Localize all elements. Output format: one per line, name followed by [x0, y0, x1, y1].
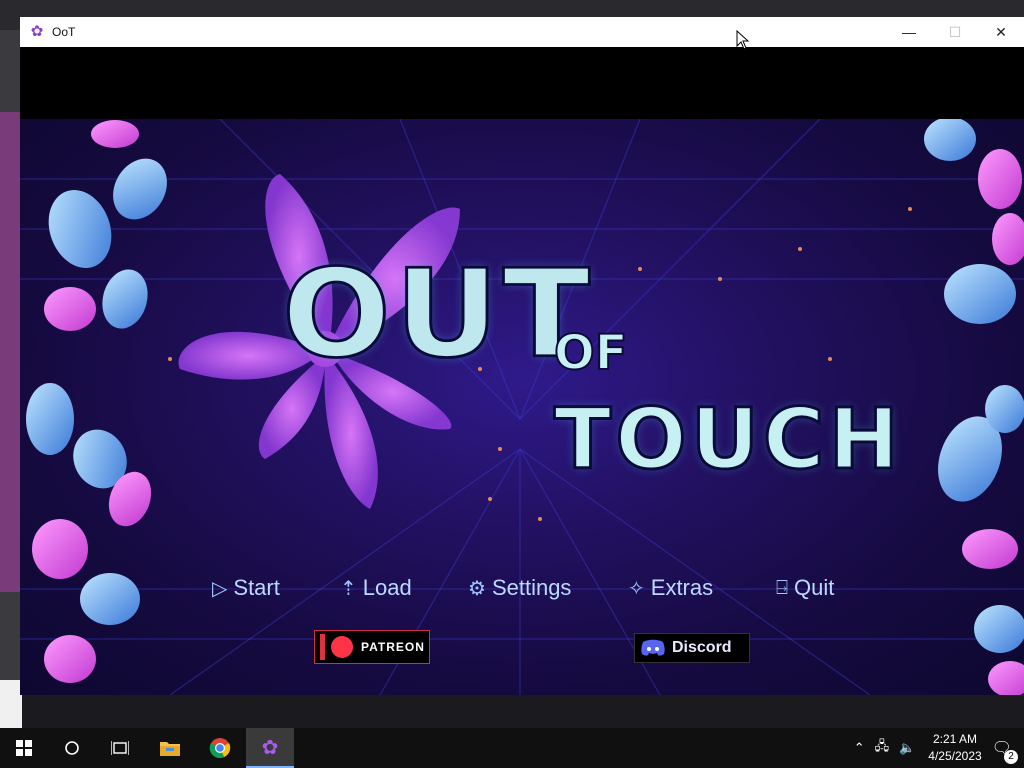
- volume-muted-icon[interactable]: 🔈: [899, 740, 915, 756]
- sparkle-icon: ✧: [628, 577, 645, 600]
- patreon-bar-icon: [320, 634, 325, 660]
- chrome-button[interactable]: [196, 728, 244, 768]
- flower-icon: ✿: [261, 736, 279, 759]
- windows-icon: [16, 740, 32, 756]
- file-explorer-button[interactable]: [146, 728, 194, 768]
- menu-quit-button[interactable]: ⍈ Quit: [776, 575, 834, 601]
- patreon-logo-icon: [331, 636, 353, 658]
- search-circle-icon: [65, 741, 79, 755]
- taskbar: ✿ ⌃ 🖧 🔈 2:21 AM 4/25/2023 🗨 2: [0, 728, 1024, 768]
- network-icon[interactable]: 🖧: [875, 737, 890, 759]
- exit-door-icon: ⍈: [776, 576, 788, 599]
- menu-quit-label: Quit: [794, 575, 835, 600]
- notification-count-badge: 2: [1004, 750, 1018, 764]
- clock-time: 2:21 AM: [932, 732, 977, 746]
- main-menu: ▷ Start ⇡ Load ⚙ Settings ✧ Extras ⍈ Qui…: [20, 575, 1024, 615]
- menu-start-label: Start: [233, 575, 280, 600]
- patreon-label: PATREON: [361, 640, 425, 654]
- close-button[interactable]: ✕: [978, 17, 1024, 47]
- maximize-button[interactable]: ☐: [932, 17, 978, 47]
- chevron-up-icon[interactable]: ⌃: [854, 740, 865, 756]
- chrome-icon: [209, 738, 231, 758]
- patreon-button[interactable]: PATREON: [314, 630, 430, 664]
- app-flower-icon: ✿: [30, 23, 44, 40]
- gear-icon: ⚙: [468, 577, 486, 600]
- discord-label: Discord: [672, 639, 732, 656]
- search-button[interactable]: [48, 728, 96, 768]
- oot-app-button[interactable]: ✿: [246, 728, 294, 768]
- menu-settings-label: Settings: [491, 575, 572, 600]
- discord-button[interactable]: Discord: [634, 633, 750, 663]
- menu-load-button[interactable]: ⇡ Load: [340, 575, 412, 601]
- task-view-button[interactable]: [96, 728, 144, 768]
- game-title-screen: OUT OF TOUCH ▷ Start ⇡ Load ⚙ Settings ✧…: [20, 119, 1024, 695]
- task-view-icon: [111, 741, 129, 755]
- app-window: ✿ OoT — ☐ ✕ OUT OF TOUCH ▷ Start ⇡ Load …: [20, 17, 1024, 695]
- mouse-cursor-icon: [736, 30, 750, 50]
- menu-extras-label: Extras: [650, 575, 714, 600]
- clock[interactable]: 2:21 AM 4/25/2023: [928, 731, 981, 765]
- clock-date: 4/25/2023: [928, 749, 982, 763]
- background-window-content: [0, 112, 22, 592]
- discord-logo-icon: [641, 639, 665, 656]
- logo-out-text: OUT: [280, 243, 595, 386]
- menu-load-label: Load: [362, 575, 412, 600]
- menu-settings-button[interactable]: ⚙ Settings: [468, 575, 571, 601]
- letterbox-top: [20, 47, 1024, 119]
- window-title: OoT: [52, 25, 76, 39]
- notification-center-button[interactable]: 🗨 2: [992, 738, 1018, 764]
- window-titlebar[interactable]: ✿ OoT — ☐ ✕: [20, 17, 1024, 47]
- menu-start-button[interactable]: ▷ Start: [212, 575, 280, 601]
- system-tray: ⌃ 🖧 🔈 2:21 AM 4/25/2023 🗨 2: [849, 728, 1024, 768]
- logo-of-text: OF: [553, 325, 629, 381]
- logo-touch-text: TOUCH: [553, 390, 903, 488]
- folder-icon: [160, 742, 180, 756]
- menu-extras-button[interactable]: ✧ Extras: [628, 575, 713, 601]
- minimize-button[interactable]: —: [886, 17, 932, 47]
- background-window-panel: [0, 680, 22, 728]
- load-icon: ⇡: [340, 577, 357, 600]
- play-icon: ▷: [212, 577, 228, 600]
- window-controls: — ☐ ✕: [886, 17, 1024, 47]
- windows-start-button[interactable]: [0, 728, 48, 768]
